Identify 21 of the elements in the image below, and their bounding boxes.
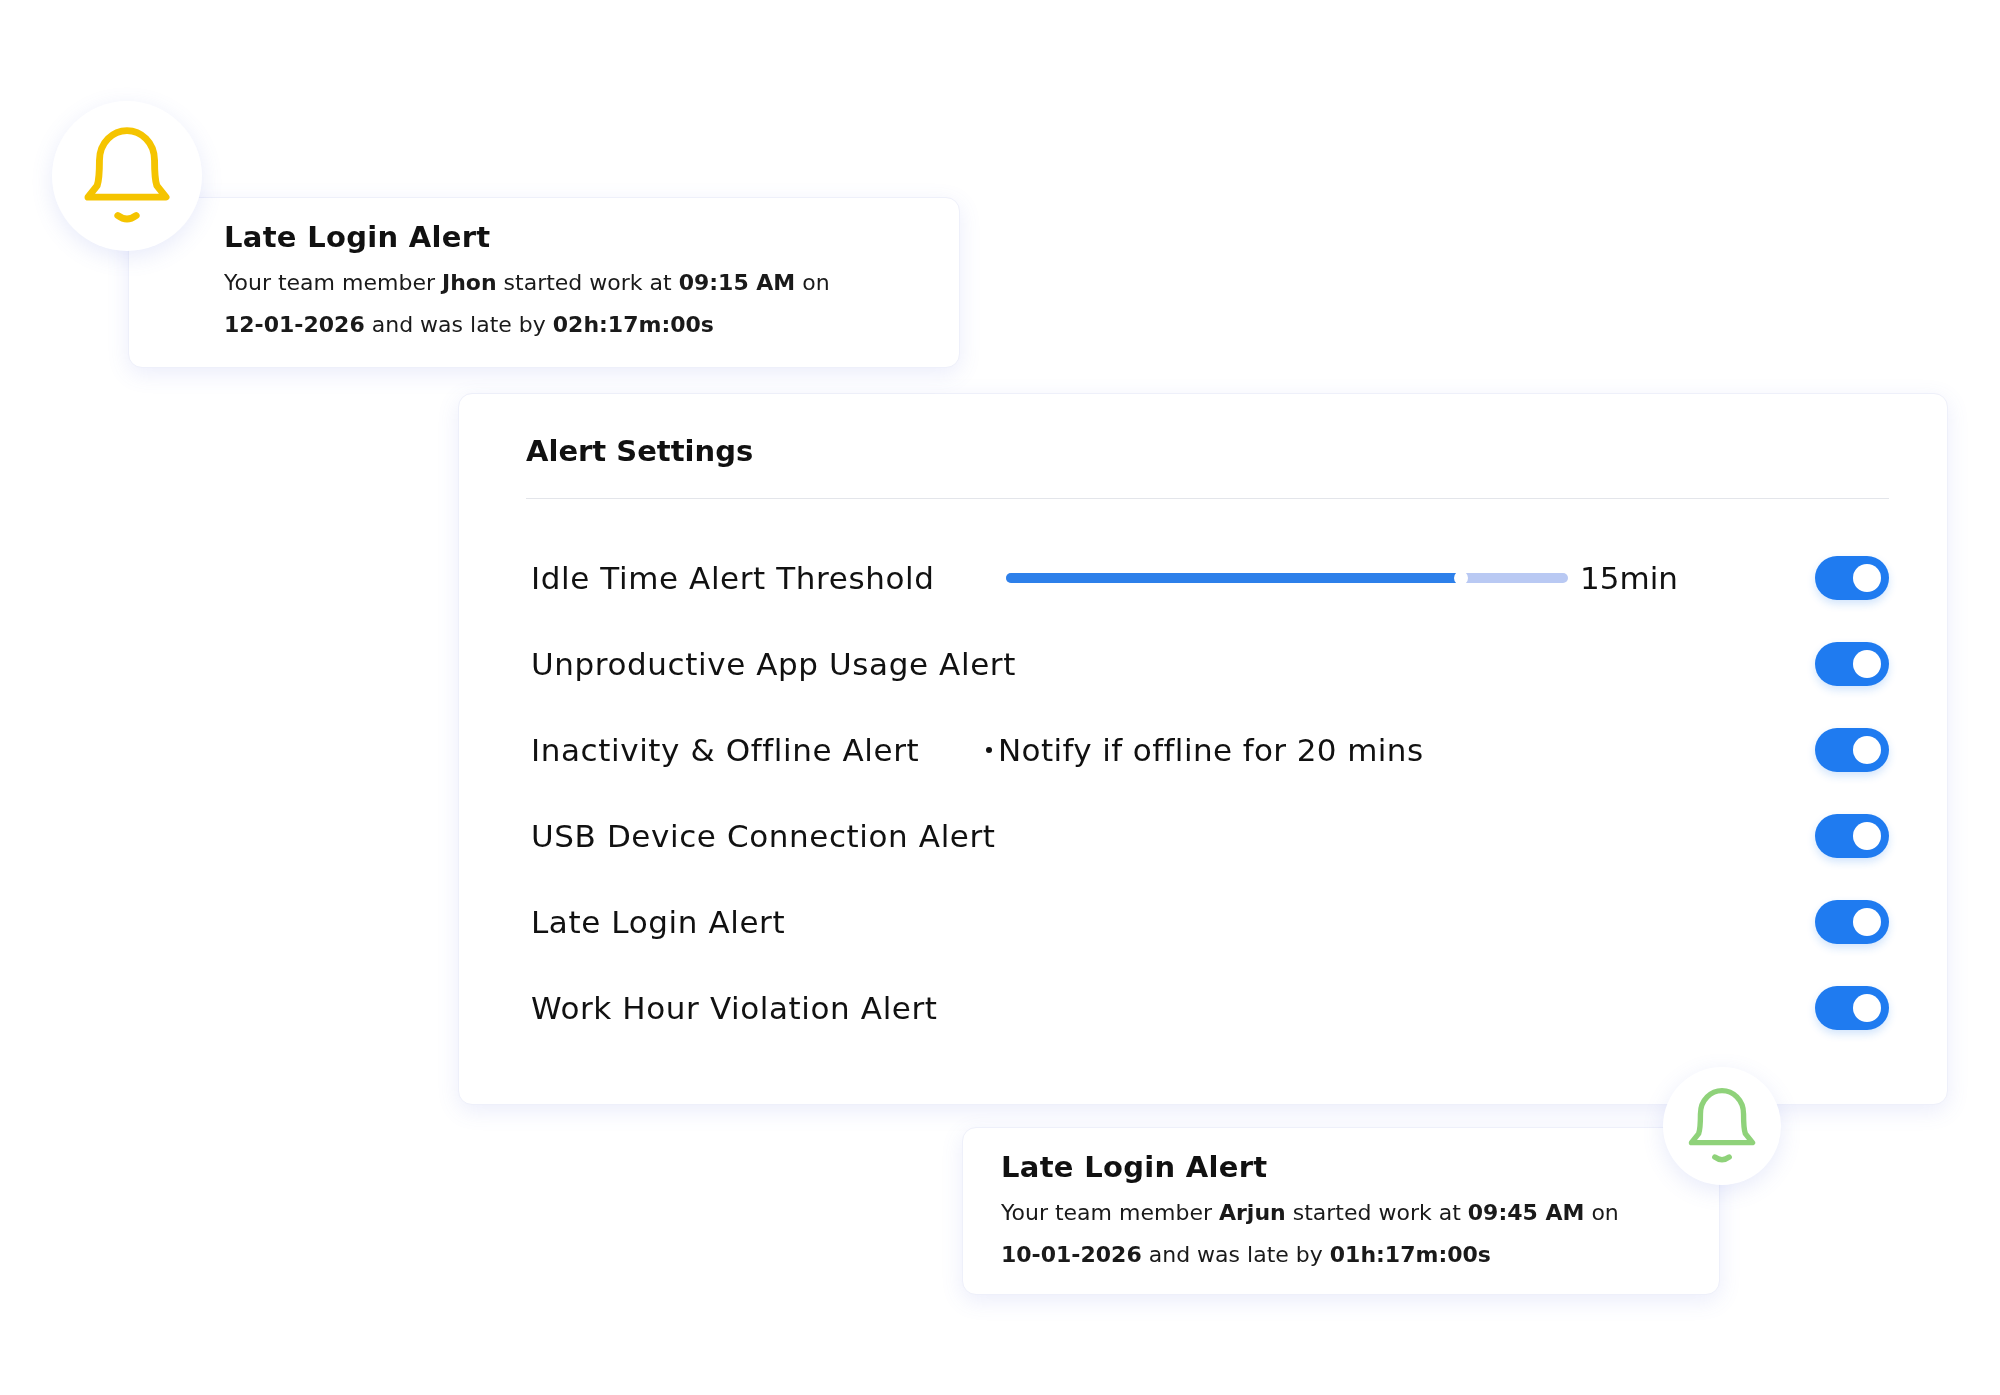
toggle-switch[interactable]: [1815, 642, 1889, 686]
setting-label: Unproductive App Usage Alert: [531, 646, 1017, 682]
setting-label: Work Hour Violation Alert: [531, 990, 939, 1026]
setting-note: Notify if offline for 20 mins: [998, 732, 1424, 768]
notification-title: Late Login Alert: [1001, 1150, 1269, 1184]
setting-label: Late Login Alert: [531, 904, 787, 940]
notification-message: Your team member Jhon started work at 09:15 AM on 12-01-2026 and was late by 02h:17m:00s: [224, 269, 831, 339]
setting-label: Idle Time Alert Threshold: [531, 560, 936, 596]
notification-title: Late Login Alert: [224, 220, 492, 254]
slider-track[interactable]: [1006, 573, 1568, 583]
toggle-switch[interactable]: [1815, 814, 1889, 858]
toggle-switch[interactable]: [1815, 900, 1889, 944]
panel-title: Alert Settings: [526, 434, 1889, 499]
toggle-switch[interactable]: [1815, 556, 1889, 600]
setting-label: Inactivity & Offline Alert: [531, 732, 921, 768]
notification-message: Your team member Arjun started work at 09:45 AM on 10-01-2026 and was late by 01h:17m:00s: [1001, 1199, 1620, 1269]
toggle-switch[interactable]: [1815, 986, 1889, 1030]
slider-value: 15min: [1580, 560, 1678, 596]
setting-label: USB Device Connection Alert: [531, 818, 997, 854]
bullet-icon: [986, 747, 992, 753]
toggle-switch[interactable]: [1815, 728, 1889, 772]
